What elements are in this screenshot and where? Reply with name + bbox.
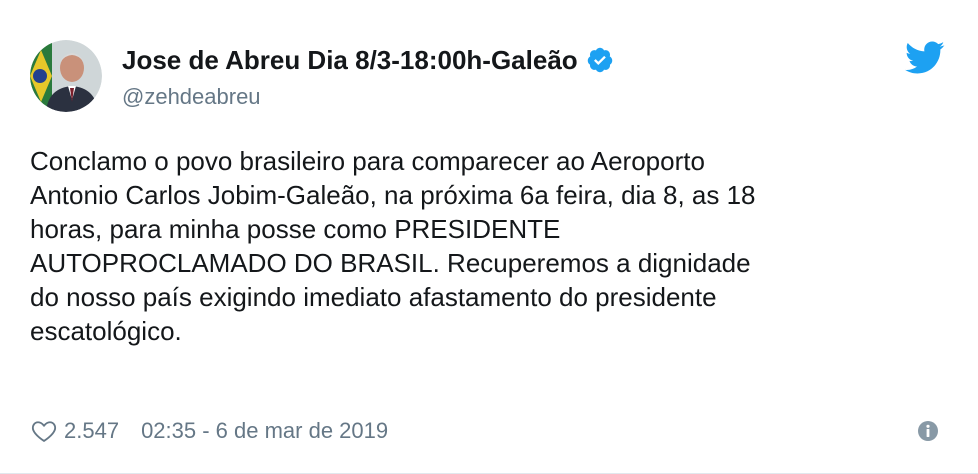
twitter-bird-icon[interactable]	[905, 41, 945, 75]
author-display-name[interactable]: Jose de Abreu Dia 8/3-18:00h-Galeão	[122, 45, 578, 76]
tweet-text: Conclamo o povo brasileiro para comparec…	[30, 144, 950, 348]
author-handle[interactable]: @zehdeabreu	[122, 84, 261, 110]
author-name-row: Jose de Abreu Dia 8/3-18:00h-Galeão	[122, 40, 614, 80]
info-icon[interactable]	[917, 420, 939, 442]
tweet-text-line: Conclamo o povo brasileiro para comparec…	[30, 146, 705, 176]
tweet-footer: 2.547 02:35 - 6 de mar de 2019	[30, 414, 388, 448]
avatar[interactable]	[30, 40, 102, 112]
tweet-text-line: do nosso país exigindo imediato afastame…	[30, 282, 717, 312]
tweet-text-line: AUTOPROCLAMADO DO BRASIL. Recuperemos a …	[30, 248, 751, 278]
tweet-card: Jose de Abreu Dia 8/3-18:00h-Galeão @zeh…	[0, 0, 978, 474]
heart-icon	[30, 417, 58, 445]
verified-badge-icon	[586, 46, 614, 74]
tweet-text-line: Antonio Carlos Jobim-Galeão, na próxima …	[30, 180, 756, 210]
tweet-text-line: horas, para minha posse como PRESIDENTE	[30, 214, 561, 244]
tweet-text-line: escatológico.	[30, 316, 182, 346]
like-count: 2.547	[64, 418, 120, 443]
avatar-image	[30, 40, 102, 112]
like-button[interactable]: 2.547	[30, 417, 141, 445]
tweet-timestamp[interactable]: 02:35 - 6 de mar de 2019	[141, 418, 388, 444]
